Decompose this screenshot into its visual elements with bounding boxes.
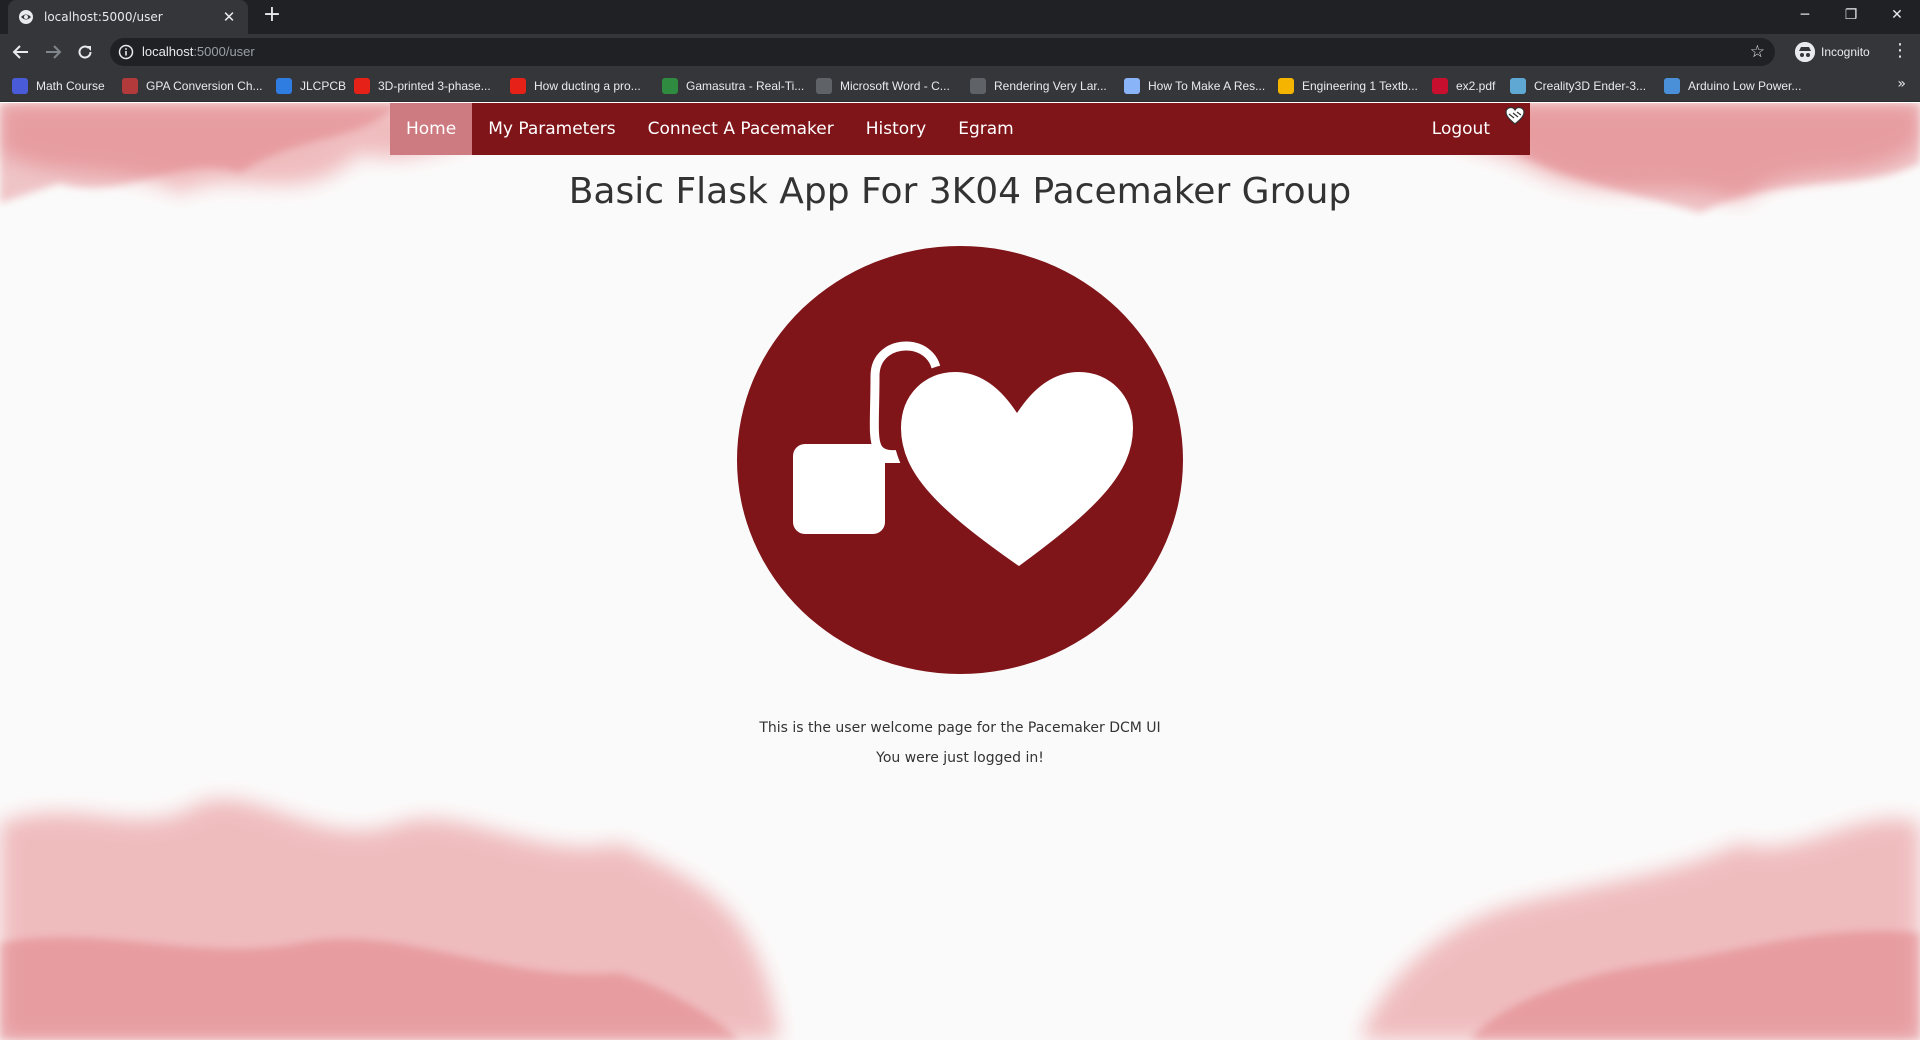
info-icon[interactable] [118, 44, 134, 60]
bookmark-item[interactable]: Gamasutra - Real-Ti... [662, 76, 804, 96]
tab-close-icon[interactable]: ✕ [220, 8, 238, 26]
bookmark-label: How ducting a pro... [534, 79, 641, 93]
page-title: Basic Flask App For 3K04 Pacemaker Group [568, 171, 1352, 212]
bookmark-label: Rendering Very Lar... [994, 79, 1107, 93]
u-icon [1432, 78, 1448, 94]
pacemaker-heart-logo [737, 246, 1183, 674]
bookmark-item[interactable]: Math Course [12, 76, 105, 96]
url-path: :5000/user [193, 44, 255, 59]
pacemaker-device [793, 444, 885, 534]
bookmark-item[interactable]: Creality3D Ender-3... [1510, 76, 1646, 96]
bookmark-label: How To Make A Res... [1148, 79, 1266, 93]
gpa-icon [122, 78, 138, 94]
nav-history[interactable]: History [850, 103, 942, 155]
bookmark-label: Math Course [36, 79, 105, 93]
nav-home[interactable]: Home [390, 103, 473, 155]
bookmark-label: Engineering 1 Textb... [1302, 79, 1418, 93]
bookmark-item[interactable]: GPA Conversion Ch... [122, 76, 263, 96]
bookmark-item[interactable]: ex2.pdf [1432, 76, 1495, 96]
close-window-button[interactable]: ✕ [1874, 0, 1920, 30]
bookmark-label: Arduino Low Power... [1688, 79, 1802, 93]
browser-menu-icon[interactable]: ⋮ [1890, 42, 1910, 62]
forward-arrow-icon[interactable] [40, 39, 66, 65]
tab-title: localhost:5000/user [44, 10, 163, 24]
bookmark-label: GPA Conversion Ch... [146, 79, 263, 93]
nav-connect-a-pacemaker[interactable]: Connect A Pacemaker [632, 103, 850, 155]
globe-icon [970, 78, 986, 94]
youtube-icon [354, 78, 370, 94]
new-tab-button[interactable]: + [260, 4, 284, 28]
image-icon [1510, 78, 1526, 94]
window-controls: ─ ❐ ✕ [1782, 0, 1920, 30]
nav-my-parameters[interactable]: My Parameters [472, 103, 631, 155]
bookmark-label: ex2.pdf [1456, 79, 1496, 93]
globe-icon [816, 78, 832, 94]
heart-badge-icon [1504, 105, 1526, 127]
reload-icon[interactable] [72, 39, 98, 65]
address-bar[interactable]: localhost:5000/user ☆ [110, 38, 1775, 66]
hc-icon [1664, 78, 1680, 94]
url-text: localhost:5000/user [142, 44, 255, 59]
nav-logout[interactable]: Logout [1416, 103, 1506, 155]
drive-icon [1278, 78, 1294, 94]
back-arrow-icon[interactable] [8, 39, 34, 65]
url-host: localhost [142, 44, 194, 59]
browser-tab[interactable]: localhost:5000/user ✕ [8, 0, 248, 34]
page-icon [1124, 78, 1140, 94]
incognito-label: Incognito [1821, 45, 1870, 59]
bookmark-item[interactable]: Engineering 1 Textb... [1278, 76, 1418, 96]
bookmark-label: Microsoft Word - C... [840, 79, 950, 93]
login-confirmation: You were just logged in! [876, 750, 1044, 766]
youtube-icon [510, 78, 526, 94]
bookmark-label: Creality3D Ender-3... [1534, 79, 1647, 93]
tab-strip: localhost:5000/user ✕ + ─ ❐ ✕ [0, 0, 1920, 34]
bookmark-item[interactable]: 3D-printed 3-phase... [354, 76, 491, 96]
incognito-icon [1795, 42, 1815, 62]
welcome-message: This is the user welcome page for the Pa… [759, 720, 1161, 736]
bookmark-label: Gamasutra - Real-Ti... [686, 79, 805, 93]
browser-toolbar: localhost:5000/user ☆ Incognito ⋮ [0, 34, 1920, 70]
top-navbar: Home My Parameters Connect A Pacemaker Hist… [390, 103, 1530, 155]
page-viewport: Home My Parameters Connect A Pacemaker Hist… [0, 103, 1920, 1040]
bookmark-label: 3D-printed 3-phase... [378, 79, 491, 93]
nav-egram[interactable]: Egram [942, 103, 1030, 155]
globe-icon [18, 9, 34, 25]
restore-button[interactable]: ❐ [1828, 0, 1874, 30]
bookmark-item[interactable]: How ducting a pro... [510, 76, 641, 96]
bookmarks-bar: » Math Course GPA Conversion Ch... JLCPCB 3… [0, 70, 1920, 102]
minimize-button[interactable]: ─ [1782, 0, 1828, 30]
bookmark-item[interactable]: How To Make A Res... [1124, 76, 1265, 96]
incognito-profile[interactable]: Incognito [1787, 39, 1878, 65]
bookmark-item[interactable]: JLCPCB [276, 76, 346, 96]
more-bookmarks-icon[interactable]: » [1897, 76, 1906, 92]
jlc-icon [276, 78, 292, 94]
bookmark-star-icon[interactable]: ☆ [1750, 42, 1765, 62]
gamasutra-icon [662, 78, 678, 94]
bookmark-item[interactable]: Arduino Low Power... [1664, 76, 1801, 96]
bookmark-item[interactable]: Microsoft Word - C... [816, 76, 950, 96]
bookmark-label: JLCPCB [300, 79, 347, 93]
bookmark-item[interactable]: Rendering Very Lar... [970, 76, 1107, 96]
sigma-icon [12, 78, 28, 94]
